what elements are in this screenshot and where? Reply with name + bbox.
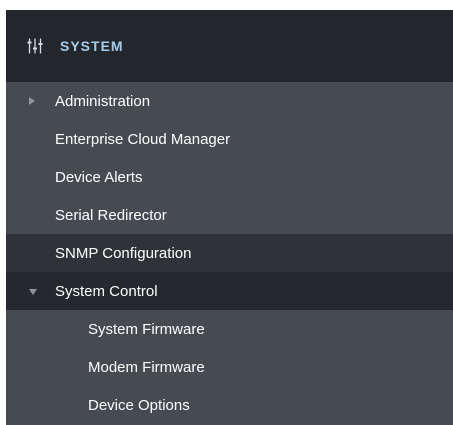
section-title: SYSTEM xyxy=(60,38,124,54)
nav-subitem-device-options[interactable]: Device Options xyxy=(6,386,453,424)
system-header[interactable]: SYSTEM xyxy=(6,10,453,82)
nav-subitem-label: Device Options xyxy=(88,396,190,414)
system-nav: Administration Enterprise Cloud Manager … xyxy=(6,82,453,424)
nav-item-enterprise-cloud-manager[interactable]: Enterprise Cloud Manager xyxy=(6,120,453,158)
system-menu-panel: SYSTEM Administration Enterprise Cloud M… xyxy=(6,10,453,425)
nav-item-label: Device Alerts xyxy=(55,168,143,186)
nav-item-snmp-configuration[interactable]: SNMP Configuration xyxy=(6,234,453,272)
nav-item-serial-redirector[interactable]: Serial Redirector xyxy=(6,196,453,234)
chevron-right-icon xyxy=(29,97,35,105)
sliders-icon xyxy=(27,38,43,54)
nav-item-label: Enterprise Cloud Manager xyxy=(55,130,231,148)
nav-subitem-label: System Firmware xyxy=(88,320,205,338)
nav-subitem-modem-firmware[interactable]: Modem Firmware xyxy=(6,348,453,386)
chevron-down-icon xyxy=(29,289,37,295)
nav-item-system-control[interactable]: System Control xyxy=(6,272,453,310)
nav-item-administration[interactable]: Administration xyxy=(6,82,453,120)
nav-item-label: SNMP Configuration xyxy=(55,244,192,262)
nav-item-label: Serial Redirector xyxy=(55,206,167,224)
nav-item-device-alerts[interactable]: Device Alerts xyxy=(6,158,453,196)
nav-subitem-system-firmware[interactable]: System Firmware xyxy=(6,310,453,348)
nav-subitem-label: Modem Firmware xyxy=(88,358,205,376)
nav-item-label: Administration xyxy=(55,92,151,110)
